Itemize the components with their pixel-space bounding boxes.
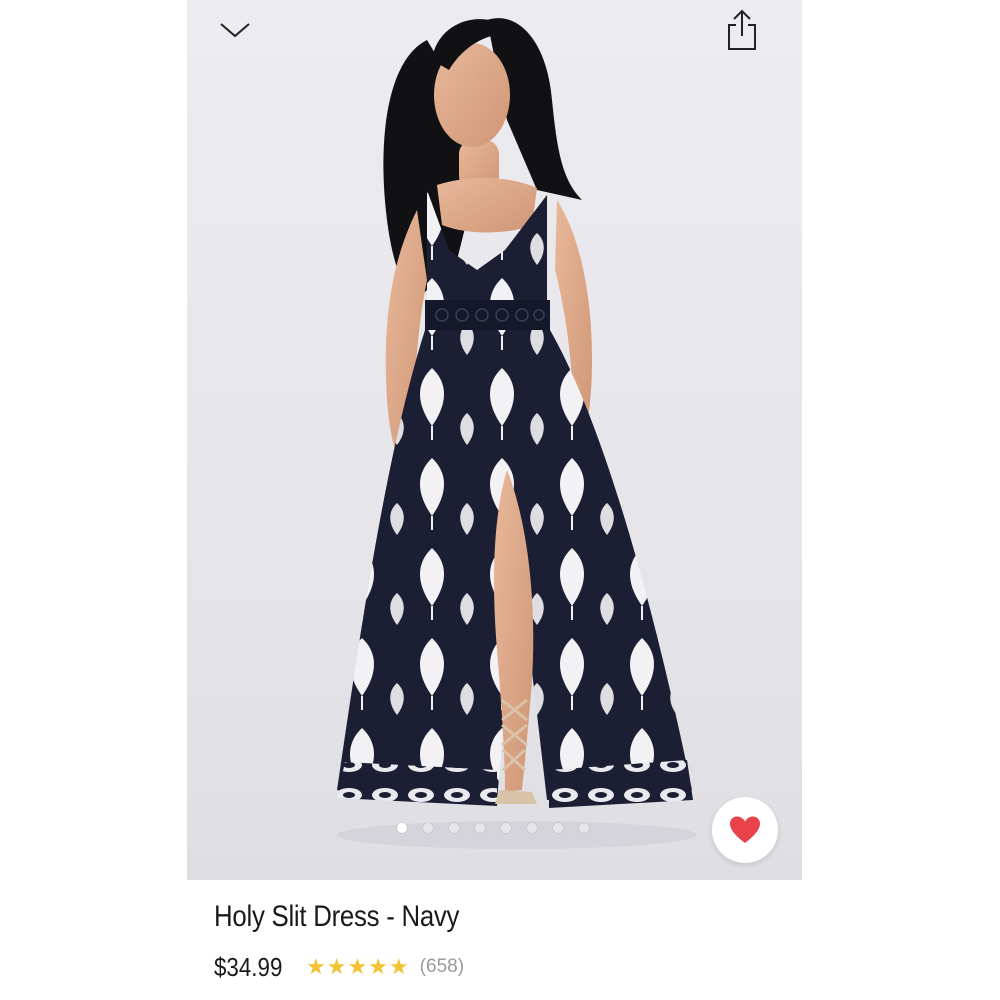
pagination-dot[interactable] — [423, 823, 433, 833]
pagination-dot[interactable] — [553, 823, 563, 833]
pagination-dot-active[interactable] — [397, 823, 407, 833]
star-icon: ★ — [306, 954, 326, 979]
star-icon: ★ — [347, 954, 368, 979]
product-photo — [337, 18, 697, 849]
pagination-dot[interactable] — [449, 823, 459, 833]
star-rating[interactable]: ★ ★ ★ ★ ★ — [306, 956, 410, 978]
pagination-dot[interactable] — [527, 823, 537, 833]
pagination-dot[interactable] — [501, 823, 511, 833]
product-image-gallery[interactable] — [187, 0, 802, 880]
star-icon: ★ — [368, 954, 388, 979]
price-rating-row: $34.99 ★ ★ ★ ★ ★ (658) — [214, 950, 464, 984]
heart-icon — [730, 816, 760, 843]
star-icon: ★ — [388, 954, 409, 979]
pagination-dot[interactable] — [475, 823, 485, 833]
product-title: Holy Slit Dress - Navy — [214, 900, 460, 933]
pagination-dot[interactable] — [579, 823, 589, 833]
share-icon — [728, 9, 756, 50]
review-count[interactable]: (658) — [420, 956, 464, 978]
product-price: $34.99 — [214, 951, 283, 982]
collapse-button[interactable] — [215, 10, 255, 50]
chevron-down-icon — [220, 23, 250, 38]
gallery-pagination[interactable] — [187, 820, 802, 836]
share-button[interactable] — [722, 9, 762, 50]
product-screen: Holy Slit Dress - Navy $34.99 ★ ★ ★ ★ ★ … — [0, 0, 1000, 1000]
star-icon: ★ — [326, 954, 347, 979]
favorite-button[interactable] — [712, 797, 778, 863]
